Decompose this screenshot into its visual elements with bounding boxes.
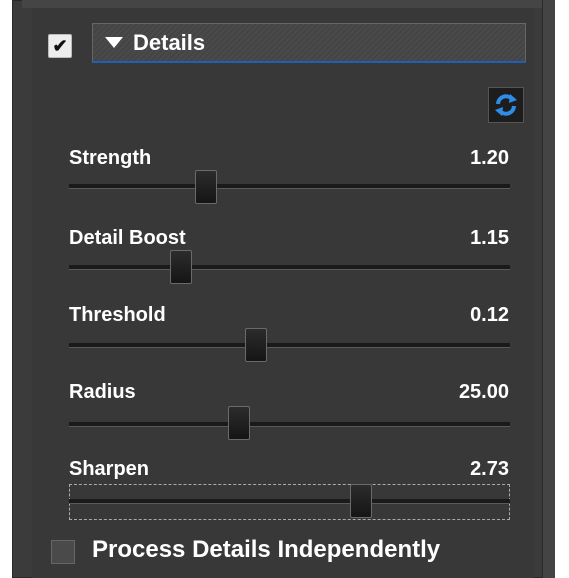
triangle-down-icon	[105, 37, 123, 48]
section-header[interactable]: Details	[92, 23, 526, 63]
process-independently-label: Process Details Independently	[92, 536, 441, 563]
slider-thumb[interactable]	[349, 484, 372, 518]
slider-value: 1.15	[470, 227, 509, 249]
section-title: Details	[133, 29, 206, 55]
slider-thumb[interactable]	[244, 328, 267, 362]
slider-track[interactable]	[69, 499, 510, 504]
slider-label: Threshold	[69, 304, 166, 326]
slider-label: Radius	[69, 381, 136, 403]
process-independently-checkbox[interactable]	[51, 540, 75, 564]
slider-label: Sharpen	[69, 458, 150, 480]
slider-thumb[interactable]	[169, 250, 192, 284]
refresh-button[interactable]	[488, 87, 524, 123]
panel-right-edge	[542, 0, 555, 578]
slider-label: Detail Boost	[69, 227, 186, 249]
slider-thumb[interactable]	[194, 170, 217, 204]
checkmark-icon: ✔	[52, 36, 68, 56]
slider-track[interactable]	[69, 422, 510, 427]
slider-track[interactable]	[69, 184, 510, 189]
section-enable-checkbox[interactable]: ✔	[48, 34, 72, 58]
slider-value: 2.73	[470, 458, 509, 480]
slider-label: Strength	[69, 147, 152, 169]
top-strip	[22, 0, 542, 8]
slider-value: 0.12	[470, 304, 509, 326]
slider-track[interactable]	[69, 265, 510, 270]
slider-thumb[interactable]	[228, 406, 251, 440]
slider-value: 25.00	[458, 381, 509, 403]
slider-value: 1.20	[470, 147, 509, 169]
refresh-icon	[495, 94, 517, 116]
slider-track[interactable]	[69, 343, 510, 348]
